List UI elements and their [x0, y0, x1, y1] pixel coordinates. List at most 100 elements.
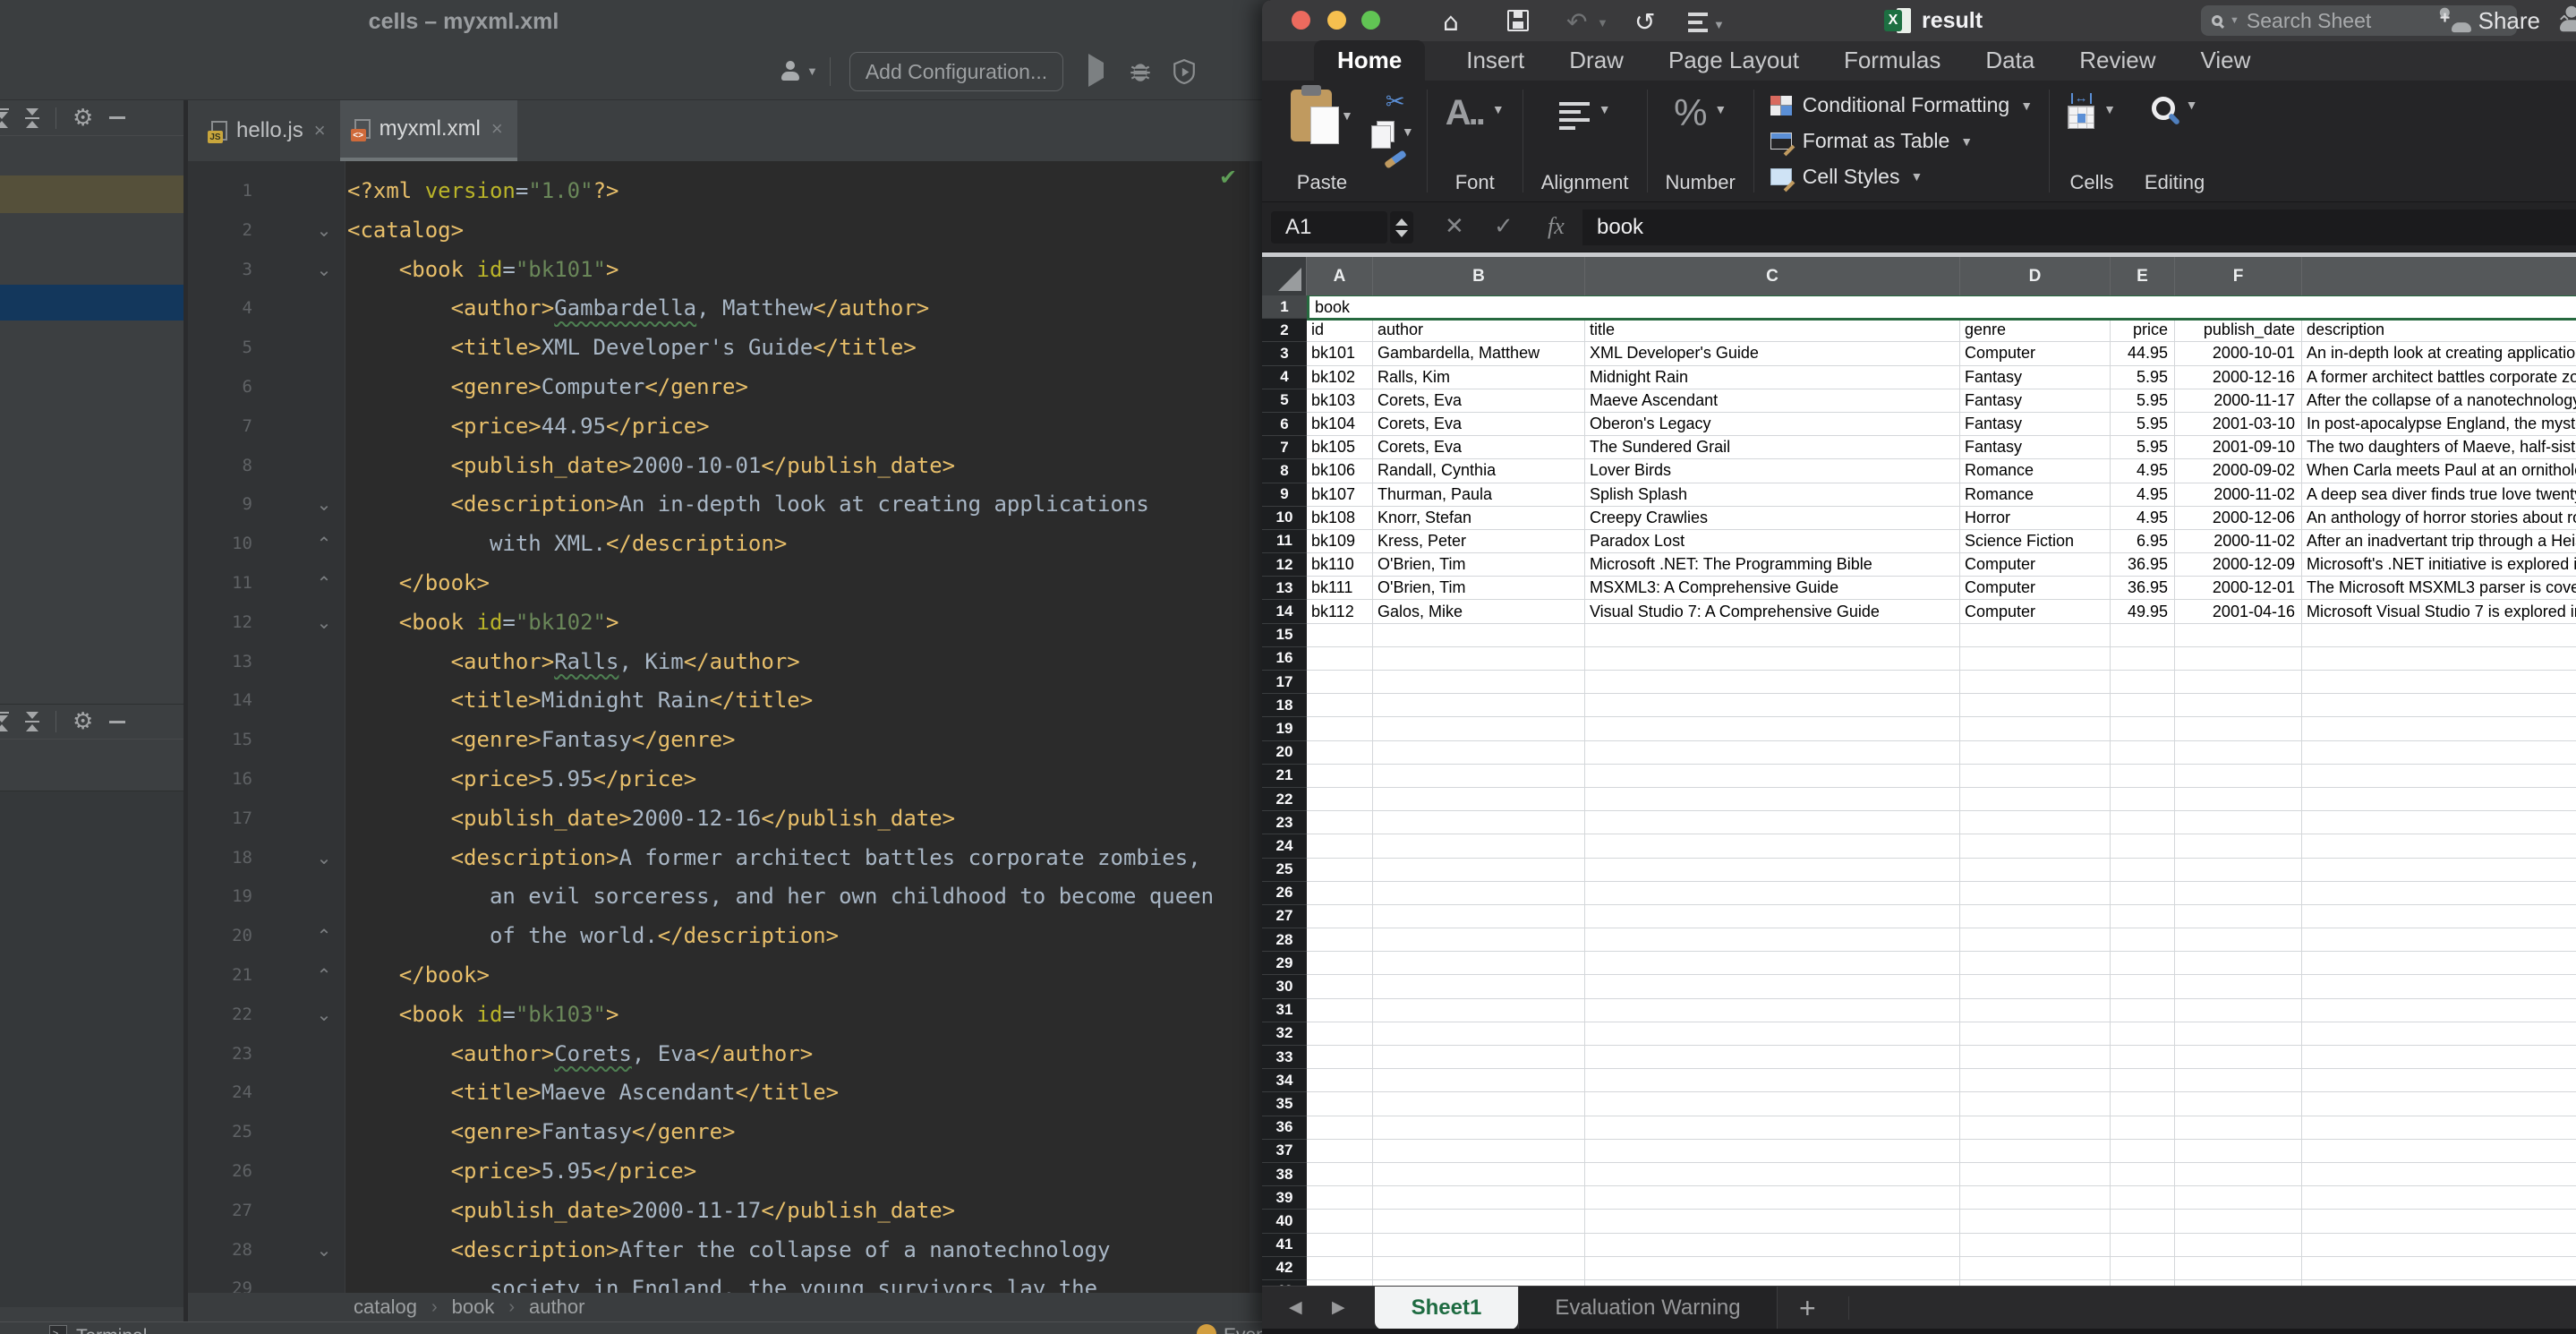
- grid-cell[interactable]: [1960, 694, 2111, 717]
- grid-cell[interactable]: Computer: [1960, 577, 2111, 600]
- sheet-tab-evaluation-warning[interactable]: Evaluation Warning: [1518, 1287, 1778, 1330]
- grid-cell[interactable]: 2001-04-16: [2175, 600, 2302, 623]
- name-box-stepper[interactable]: [1390, 211, 1413, 244]
- column-header-F[interactable]: F: [2175, 257, 2302, 295]
- grid-cell[interactable]: [1307, 905, 1373, 928]
- code-line[interactable]: 15<genre>Fantasy</genre>: [188, 721, 1250, 760]
- undo-icon[interactable]: ↶: [1566, 7, 1587, 37]
- grid-cell[interactable]: [1307, 694, 1373, 717]
- grid-cell[interactable]: [1585, 1234, 1960, 1257]
- grid-cell[interactable]: [1307, 765, 1373, 788]
- grid-cell[interactable]: [2175, 882, 2302, 905]
- grid-cell[interactable]: [2111, 788, 2175, 811]
- row-header-3[interactable]: 3: [1262, 342, 1307, 365]
- grid-cell[interactable]: [2302, 1234, 2576, 1257]
- grid-cell[interactable]: [1373, 1140, 1585, 1163]
- confirm-icon[interactable]: ✓: [1494, 213, 1514, 240]
- grid-cell[interactable]: [1960, 1046, 2111, 1069]
- cancel-icon[interactable]: ✕: [1445, 213, 1464, 240]
- terminal-button[interactable]: >_ Terminal: [49, 1325, 147, 1334]
- tree-item-selected[interactable]: [0, 285, 183, 321]
- grid-cell[interactable]: [2302, 788, 2576, 811]
- grid-cell[interactable]: bk111: [1307, 577, 1373, 600]
- code-line[interactable]: 6<genre>Computer</genre>: [188, 368, 1250, 407]
- row-header-8[interactable]: 8: [1262, 459, 1307, 483]
- user-icon[interactable]: [780, 61, 800, 85]
- grid-cell[interactable]: [2302, 1092, 2576, 1116]
- redo-icon[interactable]: ↺: [1634, 7, 1655, 37]
- grid-cell[interactable]: bk106: [1307, 459, 1373, 483]
- grid-cell[interactable]: [2302, 717, 2576, 740]
- grid-cell[interactable]: [1373, 694, 1585, 717]
- row-header-25[interactable]: 25: [1262, 859, 1307, 882]
- row-header-38[interactable]: 38: [1262, 1163, 1307, 1186]
- row-header-28[interactable]: 28: [1262, 928, 1307, 952]
- grid-cell[interactable]: 49.95: [2111, 600, 2175, 623]
- code-line[interactable]: 5<title>XML Developer's Guide</title>: [188, 329, 1250, 368]
- grid-cell[interactable]: [1373, 717, 1585, 740]
- cells-group-button[interactable]: ↔ ▼ Cells: [2053, 81, 2130, 201]
- code-line[interactable]: 27<publish_date>2000-11-17</publish_date…: [188, 1192, 1250, 1231]
- code-line[interactable]: 13<author>Ralls, Kim</author>: [188, 643, 1250, 682]
- event-log-notification[interactable]: Even: [1197, 1324, 1267, 1334]
- grid-cell[interactable]: 5.95: [2111, 366, 2175, 389]
- grid-cell[interactable]: [1585, 811, 1960, 834]
- code-line[interactable]: 29society in England, the young survivor…: [188, 1270, 1250, 1293]
- grid-cell[interactable]: [1960, 765, 2111, 788]
- add-configuration-button[interactable]: Add Configuration...: [849, 52, 1063, 91]
- grid-cell[interactable]: bk103: [1307, 389, 1373, 413]
- grid-cell[interactable]: [2302, 1069, 2576, 1092]
- grid-cell[interactable]: [2111, 671, 2175, 694]
- format-as-table-button[interactable]: Format as Table▼: [1770, 127, 2033, 156]
- grid-cell[interactable]: [1373, 1092, 1585, 1116]
- hide-panel-icon[interactable]: [109, 116, 125, 119]
- grid-cell[interactable]: [1960, 1092, 2111, 1116]
- grid-cell[interactable]: [1307, 882, 1373, 905]
- grid-cell[interactable]: [1585, 717, 1960, 740]
- grid-cell[interactable]: [1307, 624, 1373, 647]
- grid-cell[interactable]: [1960, 905, 2111, 928]
- row-header-22[interactable]: 22: [1262, 788, 1307, 811]
- row-header-12[interactable]: 12: [1262, 553, 1307, 577]
- grid-cell[interactable]: [1307, 1069, 1373, 1092]
- grid-cell[interactable]: [1585, 999, 1960, 1022]
- fold-end-icon[interactable]: ⌃: [308, 917, 340, 956]
- row-header-20[interactable]: 20: [1262, 741, 1307, 765]
- grid-cell[interactable]: Midnight Rain: [1585, 366, 1960, 389]
- hide-panel-icon[interactable]: [109, 721, 125, 723]
- code-line[interactable]: 25<genre>Fantasy</genre>: [188, 1113, 1250, 1152]
- code-editor[interactable]: 1<?xml version="1.0"?>2⌄<catalog>3⌄<book…: [188, 161, 1250, 1293]
- grid-cell[interactable]: Computer: [1960, 600, 2111, 623]
- row-header-33[interactable]: 33: [1262, 1046, 1307, 1069]
- row-header-30[interactable]: 30: [1262, 975, 1307, 998]
- grid-cell[interactable]: [2111, 1186, 2175, 1210]
- grid-cell[interactable]: [2175, 811, 2302, 834]
- row-header-19[interactable]: 19: [1262, 717, 1307, 740]
- code-line[interactable]: 21⌃</book>: [188, 956, 1250, 996]
- grid-cell[interactable]: bk112: [1307, 600, 1373, 623]
- grid-cell[interactable]: Thurman, Paula: [1373, 483, 1585, 507]
- grid-cell[interactable]: 2000-12-06: [2175, 507, 2302, 530]
- code-line[interactable]: 16<price>5.95</price>: [188, 760, 1250, 800]
- grid-cell[interactable]: 36.95: [2111, 553, 2175, 577]
- grid-cell[interactable]: [1307, 999, 1373, 1022]
- paste-button[interactable]: ▼ Paste: [1276, 81, 1368, 201]
- grid-cell[interactable]: [1585, 788, 1960, 811]
- breadcrumb-item[interactable]: book: [452, 1296, 495, 1319]
- fold-open-icon[interactable]: ⌄: [308, 1231, 340, 1270]
- row-header-40[interactable]: 40: [1262, 1210, 1307, 1233]
- grid-cell[interactable]: title: [1585, 319, 1960, 342]
- collapse-all-icon[interactable]: [25, 711, 39, 732]
- grid-cell[interactable]: Microsoft Visual Studio 7 is explored in…: [2302, 600, 2576, 623]
- grid-cell[interactable]: [1585, 624, 1960, 647]
- grid-cell[interactable]: [2111, 1069, 2175, 1092]
- grid-cell[interactable]: [1307, 717, 1373, 740]
- grid-cell[interactable]: [1373, 1210, 1585, 1233]
- grid-cell[interactable]: [2175, 671, 2302, 694]
- grid-cell[interactable]: Romance: [1960, 483, 2111, 507]
- grid-cell[interactable]: [1585, 647, 1960, 671]
- grid-cell[interactable]: [2175, 1140, 2302, 1163]
- grid-cell[interactable]: Creepy Crawlies: [1585, 507, 1960, 530]
- breadcrumb-item[interactable]: author: [529, 1296, 584, 1319]
- grid-cell[interactable]: [2302, 811, 2576, 834]
